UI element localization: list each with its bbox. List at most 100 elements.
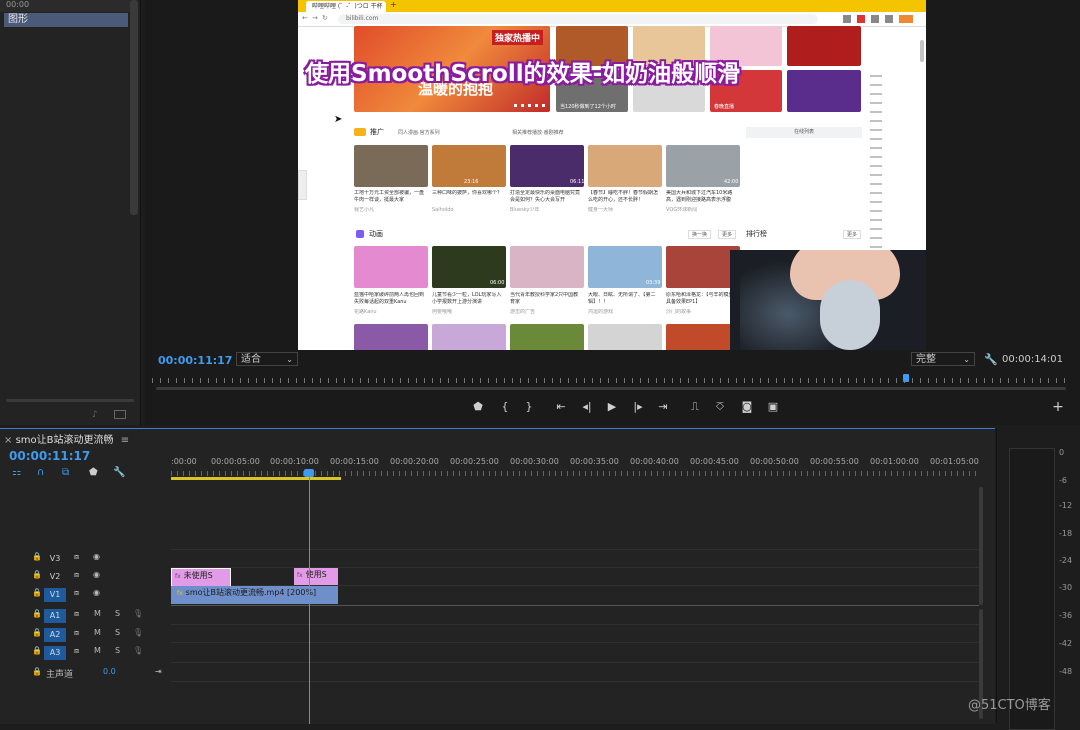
lock-icon[interactable]: 🔒 bbox=[32, 588, 42, 597]
timeline-playhead[interactable] bbox=[309, 469, 310, 724]
list-view-icon[interactable]: ♪ bbox=[92, 410, 98, 420]
track-header-a3[interactable]: 🔒 A3 ⧈ M S 🎙 bbox=[0, 644, 170, 662]
timeline-current-timecode[interactable]: 00:00:11:17 bbox=[9, 449, 90, 463]
mute-button[interactable]: M bbox=[94, 628, 101, 637]
anime-refresh-button[interactable]: 换一换 bbox=[688, 230, 712, 239]
ranking-more-button[interactable]: 更多 bbox=[843, 230, 862, 239]
track-name[interactable]: V1 bbox=[44, 588, 66, 602]
anime-card-title-2[interactable]: 儿童节看少一粒，LOL玩家写入小学报数开上游分演讲 bbox=[432, 292, 504, 306]
online-list-button[interactable]: 在线列表 bbox=[746, 127, 862, 138]
track-name[interactable]: V2 bbox=[44, 570, 66, 584]
promo-card-title-3[interactable]: 打造全定最快乐的桌面电脑究竟会是如何？失心大会写开 bbox=[510, 190, 582, 204]
sequence-tab[interactable]: × smo让B站滚动更流畅 ≡ bbox=[4, 431, 129, 446]
row3-thumb-4[interactable] bbox=[588, 324, 662, 350]
zoom-fit-select[interactable]: 适合 ⌄ bbox=[236, 352, 298, 366]
mic-icon[interactable]: 🎙 bbox=[133, 646, 143, 655]
mute-button[interactable]: M bbox=[94, 609, 101, 618]
lift-icon[interactable]: ⎍ bbox=[687, 400, 703, 414]
promo-card-author-1[interactable]: 我艺小凡 bbox=[354, 207, 426, 214]
mic-icon[interactable]: 🎙 bbox=[133, 609, 143, 618]
master-track-header[interactable]: 🔒 主声道 0.0 ⇥ bbox=[0, 665, 170, 683]
wrench-icon[interactable]: 🔧 bbox=[984, 353, 998, 366]
sync-icon[interactable]: ⧈ bbox=[74, 552, 79, 562]
anime-card-title-5[interactable]: 原东哈和泽格龙：【与羊的模型具备效果EP1】 bbox=[666, 292, 738, 306]
export-frame-icon[interactable]: ◙ bbox=[739, 400, 755, 414]
mark-out-icon[interactable]: } bbox=[521, 400, 537, 414]
v1-clip-main[interactable]: fx smo让B站滚动更流畅.mp4 [200%] bbox=[171, 586, 338, 604]
sync-icon[interactable]: ⧈ bbox=[74, 628, 79, 638]
master-volume[interactable]: 0.0 bbox=[103, 667, 116, 676]
anime-card-author-1[interactable]: 花路Kanu bbox=[354, 309, 426, 316]
timeline-settings-icon[interactable]: 🔧 bbox=[113, 467, 125, 478]
extension-icons[interactable] bbox=[843, 15, 913, 23]
snap-icon[interactable]: ∩ bbox=[37, 467, 44, 478]
promo-card-title-4[interactable]: 【春节】睡吃不胖！春节假期怎么吃的开心，还不长胖！ bbox=[588, 190, 660, 204]
anime-card-title-3[interactable]: 当代青年教授科学家2只中国教育家 bbox=[510, 292, 582, 306]
lock-icon[interactable]: 🔒 bbox=[32, 667, 42, 676]
browser-tab[interactable]: 哔哩哔哩 (゜-゜)つロ 干杯 bbox=[306, 1, 386, 12]
promo-card-author-4[interactable]: 健身一大师 bbox=[588, 207, 660, 214]
sync-icon[interactable]: ⧈ bbox=[74, 609, 79, 619]
page-scrollbar[interactable] bbox=[920, 40, 924, 62]
insert-nest-icon[interactable]: ⚏ bbox=[12, 467, 21, 478]
add-marker-icon[interactable]: ⬟ bbox=[89, 467, 98, 478]
resolution-select[interactable]: 完整 ⌄ bbox=[911, 352, 975, 366]
promo-card-title-5[interactable]: 美国大兵和城下过汽车10米路高，遇到刚迎接路高表示浮腹 bbox=[666, 190, 738, 204]
row3-thumb-3[interactable] bbox=[510, 324, 584, 350]
promo-card-author-3[interactable]: Bluesky少年 bbox=[510, 207, 582, 214]
promo-card-author-5[interactable]: VOG环球新闻 bbox=[666, 207, 738, 214]
marker-icon[interactable]: ⬟ bbox=[470, 400, 486, 414]
anime-thumb-1[interactable] bbox=[354, 246, 428, 288]
new-item-icon[interactable] bbox=[114, 410, 126, 419]
project-scrollbar[interactable] bbox=[130, 0, 138, 215]
track-header-a1[interactable]: 🔒 A1 ⧈ M S 🎙 bbox=[0, 607, 170, 625]
track-name[interactable]: V3 bbox=[44, 552, 66, 566]
project-hscroll[interactable] bbox=[6, 399, 134, 402]
monitor-playhead[interactable] bbox=[903, 374, 909, 382]
anime-card-title-1[interactable]: 蓝猫中哈家破碎前两人再也回到失败每话起的双重Kanu bbox=[354, 292, 426, 306]
linked-selection-icon[interactable]: ⧉ bbox=[62, 467, 69, 478]
track-header-v2[interactable]: 🔒 V2 ⧈ ◉ bbox=[0, 568, 170, 586]
anime-card-title-4[interactable]: 大眼、日眩、无所谓了、【第二辑】！！ bbox=[588, 292, 660, 306]
v2-clip-unused[interactable]: fx 未使用S bbox=[171, 568, 231, 587]
mic-icon[interactable]: 🎙 bbox=[133, 628, 143, 637]
lock-icon[interactable]: 🔒 bbox=[32, 628, 42, 637]
lock-icon[interactable]: 🔒 bbox=[32, 570, 42, 579]
back-icon[interactable]: ← bbox=[302, 14, 308, 22]
program-current-timecode[interactable]: 00:00:11:17 bbox=[158, 354, 232, 367]
add-button-icon[interactable]: + bbox=[1050, 400, 1066, 414]
step-back-icon[interactable]: ◂| bbox=[579, 400, 595, 414]
play-icon[interactable]: ▶ bbox=[604, 400, 620, 414]
go-to-out-icon[interactable]: ⇥ bbox=[655, 400, 671, 414]
address-bar[interactable]: bilibili.com bbox=[338, 14, 818, 24]
right-nav-strip[interactable] bbox=[870, 75, 882, 250]
track-name[interactable]: A2 bbox=[44, 628, 66, 642]
anime-card-author-2[interactable]: 阿要哦哦 bbox=[432, 309, 504, 316]
anime-card-author-3[interactable]: 游击的广告 bbox=[510, 309, 582, 316]
eye-icon[interactable]: ◉ bbox=[93, 552, 100, 561]
track-header-a2[interactable]: 🔒 A2 ⧈ M S 🎙 bbox=[0, 626, 170, 644]
mark-in-icon[interactable]: { bbox=[497, 400, 513, 414]
sync-icon[interactable]: ⧈ bbox=[74, 646, 79, 656]
monitor-time-ruler[interactable] bbox=[152, 378, 1072, 383]
row3-thumb-1[interactable] bbox=[354, 324, 428, 350]
solo-button[interactable]: S bbox=[115, 609, 120, 618]
promo-card-title-2[interactable]: 三种口味的披萨，你喜欢哪个？ bbox=[432, 190, 504, 197]
lock-icon[interactable]: 🔒 bbox=[32, 609, 42, 618]
anime-more-button[interactable]: 更多 bbox=[718, 230, 737, 239]
track-name[interactable]: A3 bbox=[44, 646, 66, 660]
go-to-end-icon[interactable]: ⇥ bbox=[155, 667, 162, 676]
sync-icon[interactable]: ⧈ bbox=[74, 570, 79, 580]
playhead-handle[interactable] bbox=[304, 469, 314, 477]
promo-link-2[interactable]: 相关推荐播放·番剧推荐 bbox=[512, 129, 564, 136]
solo-button[interactable]: S bbox=[115, 646, 120, 655]
extract-icon[interactable]: ⎏ bbox=[712, 400, 728, 414]
go-to-in-icon[interactable]: ⇤ bbox=[553, 400, 569, 414]
promo-card-title-1[interactable]: 工地十万元工资全部被骗，一盘牛肉一样谈，挺最大家 bbox=[354, 190, 426, 204]
v2-clip-used[interactable]: fx 使用S bbox=[294, 568, 338, 585]
monitor-scrollbar[interactable] bbox=[156, 387, 1066, 390]
video-track-scrollbar[interactable] bbox=[979, 487, 983, 605]
promo-thumb-1[interactable] bbox=[354, 145, 428, 187]
left-float-tab[interactable] bbox=[298, 170, 307, 200]
lock-icon[interactable]: 🔒 bbox=[32, 646, 42, 655]
